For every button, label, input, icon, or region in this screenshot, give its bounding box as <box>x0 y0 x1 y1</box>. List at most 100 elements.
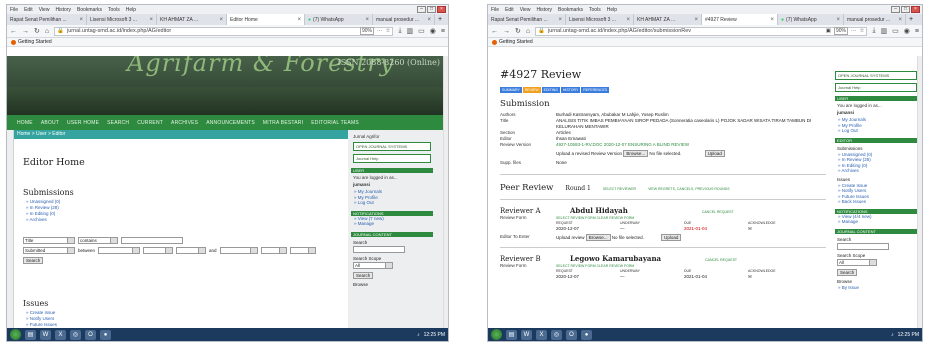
link-by-issue[interactable]: » By Issue <box>838 285 917 291</box>
due-date[interactable]: 2021-01-04 <box>684 273 748 280</box>
volume-icon[interactable]: ♪ <box>891 332 894 338</box>
new-tab-icon[interactable]: + <box>906 14 916 25</box>
acknowledge-icon[interactable]: ✉ <box>748 225 812 232</box>
sidebar-search-input[interactable] <box>837 242 889 250</box>
clock[interactable]: 12:25 PM <box>424 332 445 338</box>
cancel-request-link[interactable]: CANCEL REQUEST <box>702 210 734 214</box>
nav-user-home[interactable]: USER HOME <box>67 120 99 126</box>
start-button[interactable] <box>491 329 502 340</box>
maximize-icon[interactable]: □ <box>427 6 436 13</box>
ojs-link[interactable]: OPEN JOURNAL SYSTEMS <box>353 142 431 151</box>
search-button[interactable]: Search <box>23 257 44 264</box>
request-date[interactable]: 2020-12-07 <box>556 273 620 280</box>
scrollbar[interactable] <box>443 56 448 328</box>
nav-about[interactable]: ABOUT <box>41 120 59 126</box>
maximize-icon[interactable]: □ <box>901 6 910 13</box>
nav-announcements[interactable]: ANNOUNCEMENTS <box>206 120 255 126</box>
sidebar-search-input[interactable] <box>353 245 405 253</box>
from-day-select[interactable] <box>143 247 174 254</box>
browse-button[interactable]: Browse... <box>585 234 611 241</box>
account-icon[interactable]: ◉ <box>430 27 436 35</box>
nav-mitra-bestari[interactable]: MITRA BESTARI <box>263 120 303 126</box>
menu-tools[interactable]: Tools <box>108 7 120 13</box>
browser-tab[interactable]: Lisensi Microsoft 3 ... × <box>87 14 157 25</box>
journal-help-link[interactable]: Journal Help <box>835 83 917 92</box>
to-day-select[interactable] <box>260 247 287 254</box>
minimize-icon[interactable]: – <box>891 6 900 13</box>
account-icon[interactable]: ◉ <box>904 27 910 35</box>
bookmark-getting-started[interactable]: Getting Started <box>499 39 533 45</box>
download-icon[interactable]: ⤓ <box>398 27 401 35</box>
menu-history[interactable]: History <box>55 7 71 13</box>
more-icon[interactable]: ··· <box>377 28 383 34</box>
link-manage[interactable]: » Manage <box>354 221 433 227</box>
browser-tab[interactable]: KH AHMAT ZA ... × <box>157 14 227 25</box>
from-year-select[interactable] <box>176 247 207 254</box>
browser-tab-active[interactable]: #4927 Review × <box>702 14 778 25</box>
reload-icon[interactable]: ↻ <box>515 27 521 35</box>
library-icon[interactable]: ▥ <box>881 27 888 35</box>
search-scope-select[interactable]: All <box>837 258 877 266</box>
browser-tab[interactable]: Rapat Senat Pemilihan ... × <box>488 14 566 25</box>
menu-help[interactable]: Help <box>126 7 136 13</box>
search-input[interactable] <box>121 237 183 244</box>
back-icon[interactable]: ← <box>491 28 498 35</box>
browser-tab[interactable]: manual prosedur ... × <box>373 14 435 25</box>
from-month-select[interactable] <box>98 247 141 254</box>
journal-help-link[interactable]: Journal Help <box>353 154 431 163</box>
zoom-level[interactable]: 90% <box>359 27 374 35</box>
tab-summary[interactable]: SUMMARY <box>500 87 522 93</box>
acknowledge-icon[interactable]: ✉ <box>748 273 812 280</box>
tab-editing[interactable]: EDITING <box>541 87 560 93</box>
sidebar-search-button[interactable]: Search <box>837 268 858 276</box>
close-tab-icon[interactable]: × <box>219 17 223 23</box>
browser-tab[interactable]: manual prosedur ... × <box>844 14 906 25</box>
menu-edit[interactable]: Edit <box>505 7 514 13</box>
nav-home[interactable]: HOME <box>17 120 33 126</box>
reload-icon[interactable]: ↻ <box>34 27 40 35</box>
search-op-select[interactable]: contains <box>78 237 118 244</box>
sidebar-icon[interactable]: ▭ <box>892 27 899 35</box>
nav-archives[interactable]: ARCHIVES <box>171 120 198 126</box>
home-icon[interactable]: ⌂ <box>45 28 49 35</box>
browser-tab[interactable]: KH AHMAT ZA ... × <box>634 14 702 25</box>
taskbar-excel-icon[interactable]: X <box>536 329 547 340</box>
download-icon[interactable]: ⤓ <box>872 27 875 35</box>
link-archives[interactable]: » Archives <box>26 217 348 223</box>
browse-button[interactable]: Browse... <box>623 150 649 157</box>
star-icon[interactable]: ☆ <box>386 28 391 34</box>
link-log-out[interactable]: » Log Out <box>354 200 433 206</box>
search-scope-select[interactable]: All <box>353 261 393 269</box>
forward-icon[interactable]: → <box>503 28 510 35</box>
browser-tab[interactable]: Lisensi Microsoft 3 ... × <box>566 14 634 25</box>
menu-file[interactable]: File <box>10 7 18 13</box>
menu-help[interactable]: Help <box>607 7 617 13</box>
close-tab-icon[interactable]: × <box>427 17 431 23</box>
to-month-select[interactable] <box>219 247 258 254</box>
taskbar-explorer-icon[interactable]: ▤ <box>506 329 517 340</box>
ojs-link[interactable]: OPEN JOURNAL SYSTEMS <box>835 71 917 80</box>
start-button[interactable] <box>10 329 21 340</box>
star-icon[interactable]: ☆ <box>860 28 865 34</box>
url-bar[interactable]: 🔒 jurnal.untag-smd.ac.id/index.php/AG/ed… <box>54 26 394 36</box>
menu-view[interactable]: View <box>39 7 50 13</box>
upload-button[interactable]: Upload <box>704 150 725 157</box>
menu-file[interactable]: File <box>491 7 499 13</box>
breadcrumb[interactable]: Home > User > Editor <box>14 130 348 139</box>
menu-history[interactable]: History <box>536 7 552 13</box>
close-tab-icon[interactable]: × <box>365 17 369 23</box>
new-tab-icon[interactable]: + <box>435 14 445 25</box>
view-regrets-link[interactable]: VIEW REGRETS, CANCELS, PREVIOUS ROUNDS <box>648 187 730 191</box>
taskbar-chrome-icon[interactable]: ◎ <box>551 329 562 340</box>
close-tab-icon[interactable]: × <box>836 17 840 23</box>
tab-history[interactable]: HISTORY <box>560 87 581 93</box>
upload-button[interactable]: Upload <box>661 234 682 241</box>
tab-references[interactable]: REFERENCES <box>581 87 610 93</box>
taskbar-chrome-icon[interactable]: ◎ <box>70 329 81 340</box>
minimize-icon[interactable]: – <box>417 6 426 13</box>
link-back-issues[interactable]: » Back Issues <box>838 199 917 205</box>
close-tab-icon[interactable]: × <box>79 17 83 23</box>
close-tab-icon[interactable]: × <box>770 17 774 23</box>
forward-icon[interactable]: → <box>22 28 29 35</box>
taskbar-excel-icon[interactable]: X <box>55 329 66 340</box>
